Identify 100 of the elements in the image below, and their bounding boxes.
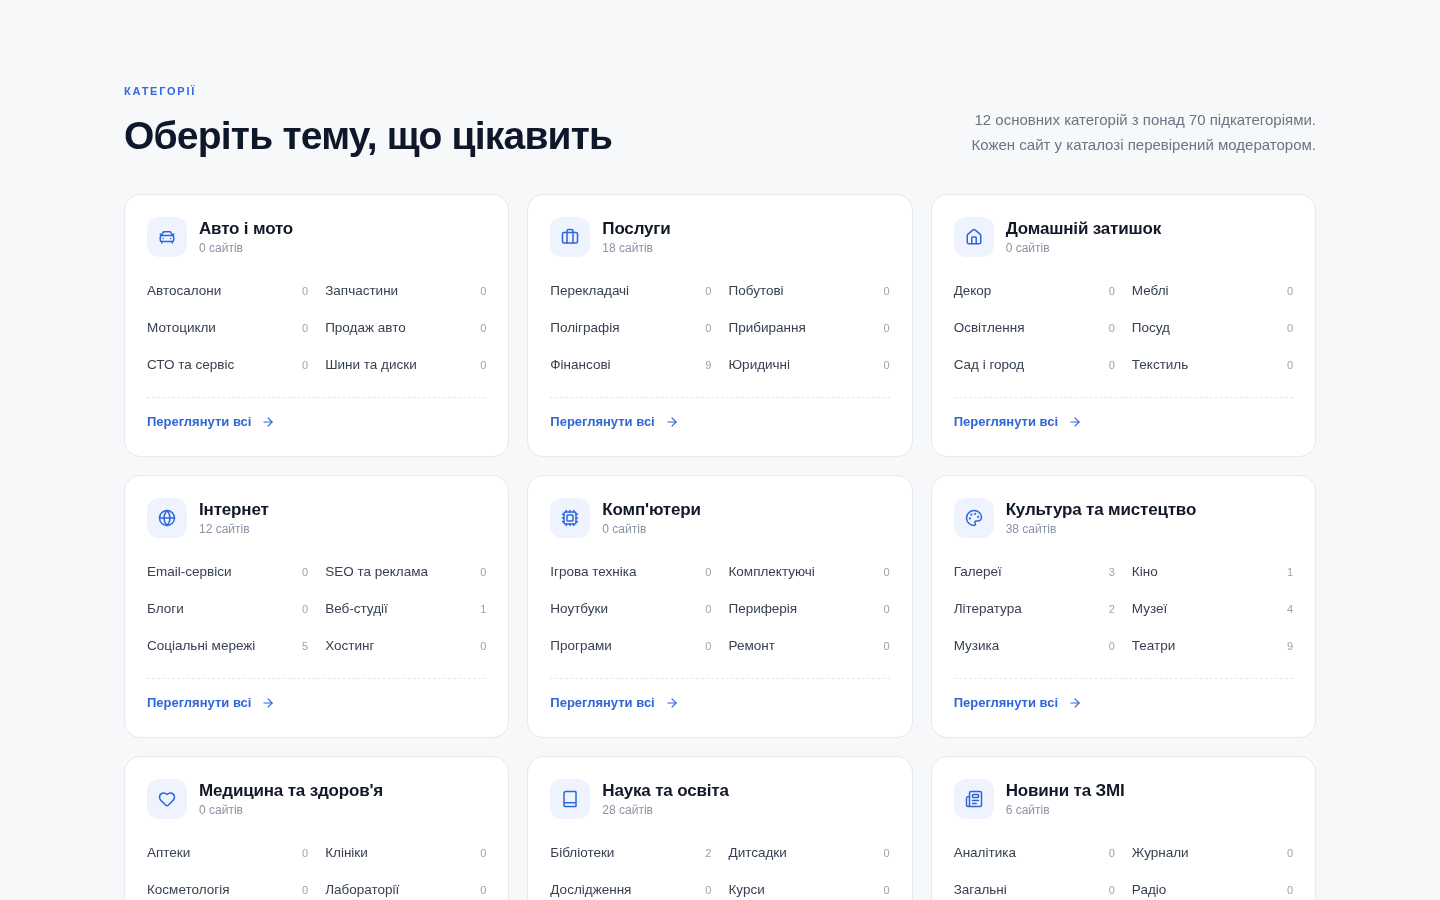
subcategory-link[interactable]: Декор [953,280,992,302]
item-count: 0 [1108,320,1115,336]
subcategory-link[interactable]: Освітлення [953,317,1025,339]
subcategory-link[interactable]: Соціальні мережі [147,635,256,657]
arrow-right-icon [261,696,276,710]
item-count: 0 [480,283,487,299]
subcategory-link[interactable]: Юридичні [728,354,791,376]
item-count: 0 [883,283,890,299]
subcategory-link[interactable]: Програми [550,635,612,657]
view-all-link[interactable]: Переглянути всі [953,694,1083,712]
subcategory-link[interactable]: Ноутбуки [550,598,608,620]
site-count: 18 сайтів [602,240,654,256]
subcategory-link[interactable]: Запчастини [325,280,399,302]
site-count: 12 сайтів [199,521,251,537]
subcategory-link[interactable]: Радіо [1131,879,1167,900]
item-count: 0 [480,882,487,898]
item-count: 0 [302,320,309,336]
subcategory-link[interactable]: Дослідження [550,879,632,900]
subcategory-link[interactable]: Косметологія [147,879,230,900]
subcategory-link[interactable]: SEO та реклама [325,561,428,583]
house-icon [953,217,994,257]
arrow-right-icon [1068,415,1083,429]
item-count: 9 [1286,638,1293,654]
item-count: 0 [1286,320,1293,336]
subcategory-link[interactable]: Дитсадки [728,842,787,864]
subcategory-link[interactable]: Поліграфія [550,317,620,339]
subcategory-link[interactable]: Хостинг [325,635,375,657]
subcategory-link[interactable]: Периферія [728,598,798,620]
view-all-link[interactable]: Переглянути всі [550,694,679,712]
subcategory-link[interactable]: Курси [728,879,765,900]
category-title: Послуги [602,218,671,240]
item-count: 0 [480,320,487,336]
item-count: 0 [1108,845,1115,861]
subcategory-link[interactable]: Бібліотеки [550,842,615,864]
view-all-link[interactable]: Переглянути всі [147,413,276,431]
car-icon [147,217,187,257]
subcategory-link[interactable]: Мотоцикли [147,317,216,339]
newspaper-icon [953,779,994,819]
subcategory-link[interactable]: Театри [1131,635,1176,657]
section-eyebrow: КАТЕГОРІЇ [124,84,198,98]
subcategory-link[interactable]: Ремонт [728,635,775,657]
item-count: 2 [1108,601,1115,617]
item-count: 2 [705,845,712,861]
globe-icon [147,498,187,538]
item-count: 0 [705,283,712,299]
item-count: 0 [1286,283,1293,299]
item-count: 0 [302,357,309,373]
item-count: 4 [1286,601,1293,617]
item-count: 0 [883,638,890,654]
subcategory-link[interactable]: Комплектуючі [728,561,815,583]
subcategory-link[interactable]: Автосалони [147,280,222,302]
site-count: 0 сайтів [199,802,244,818]
item-count: 0 [883,564,890,580]
subcategory-link[interactable]: Загальні [953,879,1007,900]
item-count: 0 [302,882,309,898]
category-title: Комп'ютери [602,499,701,521]
subcategory-link[interactable]: Блоги [147,598,184,620]
view-all-link[interactable]: Переглянути всі [147,694,276,712]
subcategory-link[interactable]: Журнали [1131,842,1189,864]
subcategory-link[interactable]: Прибирання [728,317,806,339]
subcategory-link[interactable]: Веб-студії [325,598,388,620]
item-count: 0 [480,564,487,580]
view-all-link[interactable]: Переглянути всі [953,413,1083,431]
category-title: Авто і мото [199,218,294,240]
subcategory-link[interactable]: Література [953,598,1022,620]
item-count: 3 [1108,564,1115,580]
site-count: 0 сайтів [1005,240,1051,256]
site-count: 38 сайтів [1005,521,1058,537]
subcategory-link[interactable]: Музеї [1131,598,1168,620]
subcategory-link[interactable]: Кіно [1131,561,1158,583]
view-all-link[interactable]: Переглянути всі [550,413,679,431]
arrow-right-icon [664,696,679,710]
item-count: 0 [1286,845,1293,861]
subcategory-link[interactable]: Побутові [728,280,784,302]
subcategory-link[interactable]: СТО та сервіс [147,354,235,376]
subcategory-link[interactable]: Текстиль [1131,354,1189,376]
subcategory-link[interactable]: Клініки [325,842,368,864]
subcategory-link[interactable]: Email-сервіси [147,561,232,583]
subcategory-link[interactable]: Аптеки [147,842,191,864]
subcategory-link[interactable]: Посуд [1131,317,1170,339]
page-heading: Оберіть тему, що цікавить [124,113,613,159]
subcategory-link[interactable]: Фінансові [550,354,611,376]
subcategory-link[interactable]: Лабораторії [325,879,400,900]
subcategory-link[interactable]: Сад і город [953,354,1025,376]
item-count: 0 [705,601,712,617]
subcategory-link[interactable]: Галереї [953,561,1002,583]
section-description: 12 основних категорій з понад 70 підкатегоріями. Кожен сайт у каталозі перевірений модератором. [970,110,1316,155]
subcategory-link[interactable]: Ігрова техніка [550,561,637,583]
subcategory-link[interactable]: Музика [953,635,1000,657]
subcategory-link[interactable]: Шини та диски [325,354,417,376]
subcategory-link[interactable]: Меблі [1131,280,1169,302]
arrow-right-icon [261,415,276,429]
subcategory-link[interactable]: Продаж авто [325,317,406,339]
subcategory-link[interactable]: Аналітика [953,842,1016,864]
site-count: 6 сайтів [1005,802,1051,818]
item-count: 0 [883,357,890,373]
briefcase-icon [550,217,591,257]
arrow-right-icon [1068,696,1083,710]
subcategory-link[interactable]: Перекладачі [550,280,630,302]
item-count: 0 [705,638,712,654]
